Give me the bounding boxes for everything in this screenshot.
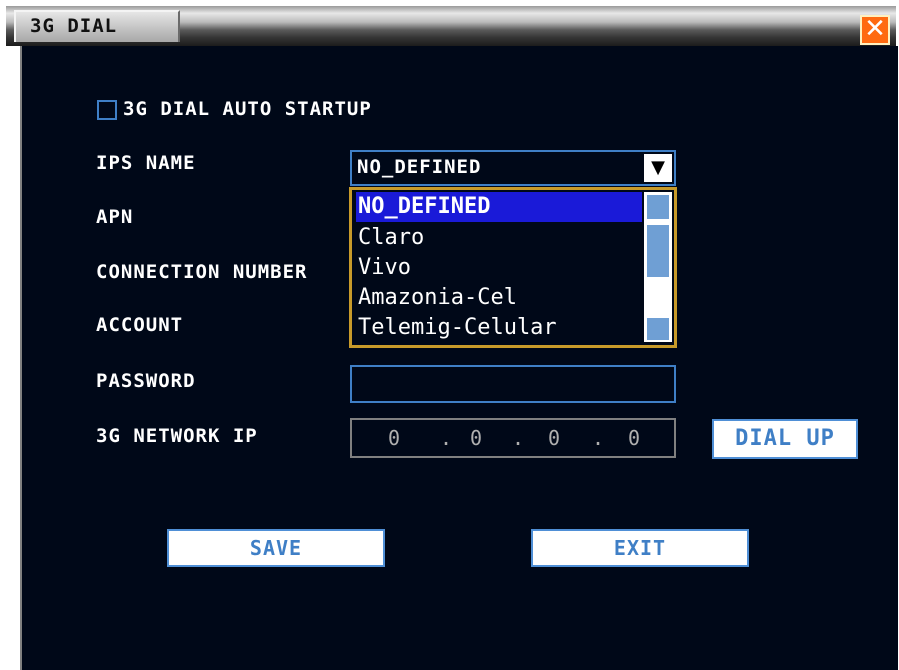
- auto-startup-label: 3G DIAL AUTO STARTUP: [123, 98, 372, 120]
- dropdown-scrollbar[interactable]: [644, 192, 672, 342]
- ips-name-dropdown-list[interactable]: NO_DEFINED Claro Vivo Amazonia-Cel Telem…: [349, 187, 677, 348]
- exit-button[interactable]: EXIT: [531, 529, 749, 567]
- ip-octet: 0: [388, 426, 401, 450]
- dropdown-option[interactable]: NO_DEFINED: [356, 192, 642, 222]
- apn-label: APN: [96, 206, 134, 228]
- network-ip-label: 3G NETWORK IP: [96, 425, 258, 447]
- dropdown-option[interactable]: Claro: [356, 223, 642, 253]
- ip-dot: .: [512, 426, 525, 450]
- dial-up-button[interactable]: DIAL UP: [712, 419, 858, 459]
- scroll-down-button[interactable]: [647, 318, 669, 340]
- auto-startup-checkbox[interactable]: [97, 100, 117, 120]
- password-field[interactable]: [350, 365, 676, 403]
- ip-dot: .: [592, 426, 605, 450]
- connection-number-label: CONNECTION NUMBER: [96, 261, 308, 283]
- password-label: PASSWORD: [96, 370, 196, 392]
- ip-octet: 0: [548, 426, 561, 450]
- dropdown-option[interactable]: Telemig-Celular: [356, 313, 642, 343]
- scroll-thumb[interactable]: [647, 225, 669, 277]
- close-icon[interactable]: ✕: [860, 15, 890, 45]
- ips-name-value: NO_DEFINED: [357, 156, 482, 178]
- account-label: ACCOUNT: [96, 314, 184, 336]
- network-ip-field: 0 . 0 . 0 . 0: [350, 418, 676, 458]
- ips-name-label: IPS NAME: [96, 152, 196, 174]
- dialog-window: 3G DIAL ✕ 3G DIAL AUTO STARTUP IPS NAME …: [0, 0, 899, 670]
- ip-octet: 0: [628, 426, 641, 450]
- scroll-up-button[interactable]: [647, 195, 669, 219]
- dialog-panel: [20, 46, 898, 670]
- ips-name-select[interactable]: NO_DEFINED ▼: [350, 150, 676, 186]
- dropdown-option[interactable]: Amazonia-Cel: [356, 283, 642, 313]
- chevron-down-icon[interactable]: ▼: [644, 154, 672, 182]
- dropdown-option[interactable]: Vivo: [356, 253, 642, 283]
- window-title: 3G DIAL: [14, 10, 180, 42]
- save-button[interactable]: SAVE: [167, 529, 385, 567]
- ip-dot: .: [440, 426, 453, 450]
- ip-octet: 0: [470, 426, 483, 450]
